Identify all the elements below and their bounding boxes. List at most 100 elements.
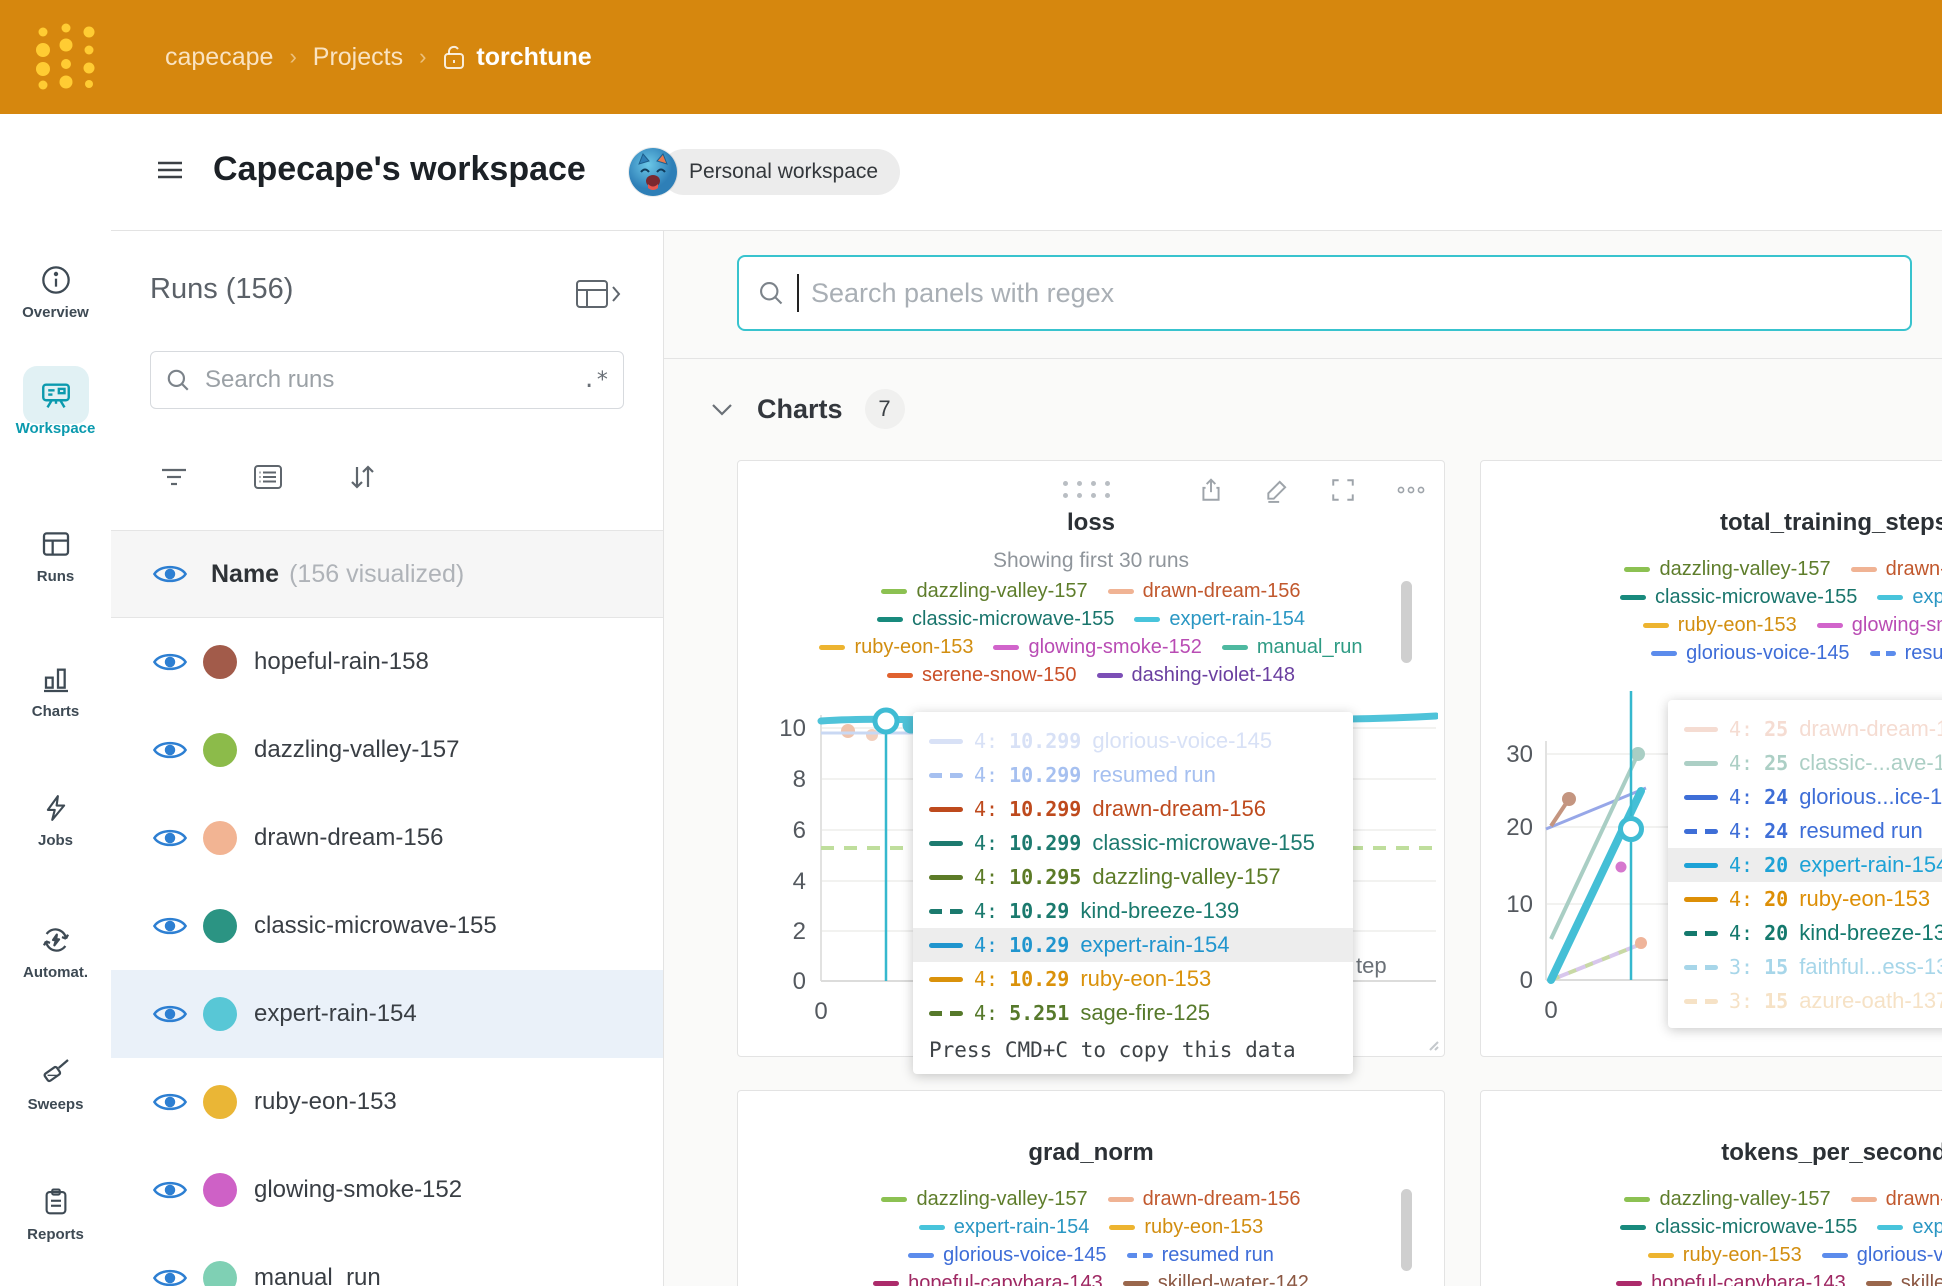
run-visibility-eye-icon[interactable] (153, 826, 187, 850)
tooltip-row[interactable]: 4: 24 glorious...ice-145 (1668, 780, 1942, 814)
tooltip-row[interactable]: 4: 20 expert-rain-154 (1668, 848, 1942, 882)
tooltip-row[interactable]: 4: 25 drawn-dream-156 (1668, 712, 1942, 746)
run-name[interactable]: manual_run (254, 1264, 381, 1286)
avatar[interactable] (629, 148, 677, 196)
tooltip-row[interactable]: 4: 10.29 expert-rain-154 (913, 928, 1353, 962)
run-row[interactable]: expert-rain-154 (111, 970, 663, 1058)
legend-item[interactable]: drawn-dream-156 (1851, 558, 1942, 581)
run-name[interactable]: expert-rain-154 (254, 1000, 417, 1028)
legend-item[interactable]: glowing-smoke-152 (993, 636, 1201, 659)
tooltip-row[interactable]: 4: 10.299 drawn-dream-156 (913, 792, 1353, 826)
run-visibility-eye-icon[interactable] (153, 914, 187, 938)
run-visibility-eye-icon[interactable] (153, 1090, 187, 1114)
legend-item[interactable]: dazzling-valley-157 (881, 580, 1087, 603)
legend-item[interactable]: classic-microwave-155 (1620, 1216, 1857, 1239)
tooltip-row[interactable]: 4: 10.299 glorious-voice-145 (913, 724, 1353, 758)
regex-toggle[interactable]: .* (583, 368, 610, 393)
legend-item[interactable]: drawn-dream-156 (1108, 1188, 1301, 1211)
more-options-icon[interactable] (1396, 477, 1426, 503)
filter-icon[interactable] (159, 464, 189, 490)
legend-item[interactable]: manual_run (1222, 636, 1363, 659)
breadcrumb-project-current[interactable]: torchtune (442, 43, 591, 72)
run-visibility-eye-icon[interactable] (153, 1002, 187, 1026)
tooltip-row[interactable]: 4: 24 resumed run (1668, 814, 1942, 848)
tooltip-row[interactable]: 4: 20 kind-breeze-139 (1668, 916, 1942, 950)
run-row[interactable]: drawn-dream-156 (111, 794, 663, 882)
run-row[interactable]: manual_run (111, 1234, 663, 1286)
legend-item[interactable]: resumed run (1127, 1244, 1274, 1267)
tooltip-row[interactable]: 3: 15 azure-oath-137 (1668, 984, 1942, 1018)
legend-item[interactable]: ruby-eon-153 (1643, 614, 1797, 637)
legend-item[interactable]: dashing-violet-148 (1097, 664, 1295, 687)
run-visibility-eye-icon[interactable] (153, 1266, 187, 1286)
tooltip-row[interactable]: 4: 25 classic-...ave-155 (1668, 746, 1942, 780)
run-name[interactable]: dazzling-valley-157 (254, 736, 459, 764)
legend-item[interactable]: ruby-eon-153 (1109, 1216, 1263, 1239)
legend-item[interactable]: drawn-dream-156 (1108, 580, 1301, 603)
legend-item[interactable]: glorious-voice-145 (1822, 1244, 1942, 1267)
legend-item[interactable]: ruby-eon-153 (819, 636, 973, 659)
breadcrumb-projects[interactable]: Projects (313, 43, 403, 72)
legend-item[interactable]: ruby-eon-153 (1648, 1244, 1802, 1267)
run-name[interactable]: drawn-dream-156 (254, 824, 443, 852)
legend-scrollbar[interactable] (1401, 1189, 1412, 1271)
run-row[interactable]: hopeful-rain-158 (111, 618, 663, 706)
sidebar-item-reports[interactable]: Reports (0, 1184, 111, 1243)
run-visibility-eye-icon[interactable] (153, 738, 187, 762)
breadcrumb-entity[interactable]: capecape (165, 43, 273, 72)
tooltip-row[interactable]: 4: 10.29 ruby-eon-153 (913, 962, 1353, 996)
legend-item[interactable]: resumed run (1870, 642, 1942, 665)
sidebar-item-automations[interactable]: Automat. (0, 922, 111, 981)
group-list-icon[interactable] (253, 463, 283, 491)
sidebar-item-jobs[interactable]: Jobs (0, 790, 111, 849)
legend-item[interactable]: dazzling-valley-157 (1624, 558, 1830, 581)
run-row[interactable]: glowing-smoke-152 (111, 1146, 663, 1234)
run-visibility-eye-icon[interactable] (153, 650, 187, 674)
legend-item[interactable]: dazzling-valley-157 (1624, 1188, 1830, 1211)
legend-item[interactable]: glorious-voice-145 (1651, 642, 1849, 665)
panel-resize-handle[interactable] (1426, 1038, 1439, 1051)
sort-icon[interactable] (347, 462, 377, 492)
legend-item[interactable]: classic-microwave-155 (1620, 586, 1857, 609)
legend-item[interactable]: dazzling-valley-157 (881, 1188, 1087, 1211)
sidebar-item-charts[interactable]: Charts (0, 661, 111, 720)
run-name[interactable]: ruby-eon-153 (254, 1088, 397, 1116)
wandb-logo-icon[interactable] (34, 20, 100, 92)
run-name[interactable]: hopeful-rain-158 (254, 648, 429, 676)
run-name[interactable]: glowing-smoke-152 (254, 1176, 462, 1204)
visibility-all-eye-icon[interactable] (153, 562, 187, 586)
tooltip-row[interactable]: 4: 10.29 kind-breeze-139 (913, 894, 1353, 928)
tooltip-row[interactable]: 4: 10.295 dazzling-valley-157 (913, 860, 1353, 894)
legend-item[interactable]: glorious-voice-145 (908, 1244, 1106, 1267)
legend-item[interactable]: classic-microwave-155 (877, 608, 1114, 631)
expand-table-icon[interactable] (575, 278, 621, 310)
legend-item[interactable]: serene-snow-150 (887, 664, 1077, 687)
chevron-down-icon[interactable] (709, 400, 735, 418)
tooltip-row[interactable]: 3: 15 faithful...ess-139 (1668, 950, 1942, 984)
tooltip-row[interactable]: 4: 10.299 classic-microwave-155 (913, 826, 1353, 860)
edit-pencil-icon[interactable] (1264, 477, 1290, 503)
charts-section-label[interactable]: Charts (757, 394, 843, 425)
sidebar-item-sweeps[interactable]: Sweeps (0, 1054, 111, 1113)
tooltip-row[interactable]: 4: 10.299 resumed run (913, 758, 1353, 792)
sidebar-item-overview[interactable]: Overview (0, 262, 111, 321)
export-icon[interactable] (1198, 477, 1224, 503)
tooltip-row[interactable]: 4: 20 ruby-eon-153 (1668, 882, 1942, 916)
panel-tokens-per-second[interactable]: tokens_per_second dazzling-valley-157dra… (1480, 1090, 1942, 1286)
run-name[interactable]: classic-microwave-155 (254, 912, 497, 940)
drag-handle-icon[interactable] (1063, 481, 1119, 505)
panel-search-input[interactable] (809, 277, 1892, 310)
run-row[interactable]: ruby-eon-153 (111, 1058, 663, 1146)
runs-search-input[interactable] (203, 365, 583, 395)
run-row[interactable]: dazzling-valley-157 (111, 706, 663, 794)
legend-item[interactable]: skilled-water-142 (1866, 1272, 1942, 1286)
workspace-badge[interactable]: Personal workspace (629, 148, 900, 196)
run-visibility-eye-icon[interactable] (153, 1178, 187, 1202)
legend-item[interactable]: hopeful-capybara-143 (1616, 1272, 1846, 1286)
legend-item[interactable]: expert-rain-154 (919, 1216, 1090, 1239)
sidebar-item-runs[interactable]: Runs (0, 526, 111, 585)
personal-workspace-pill[interactable]: Personal workspace (661, 149, 900, 195)
legend-item[interactable]: expert-rain-154 (1134, 608, 1305, 631)
tooltip-row[interactable]: 4: 5.251 sage-fire-125 (913, 996, 1353, 1030)
panel-grad-norm[interactable]: grad_norm dazzling-valley-157drawn-dream… (737, 1090, 1445, 1286)
